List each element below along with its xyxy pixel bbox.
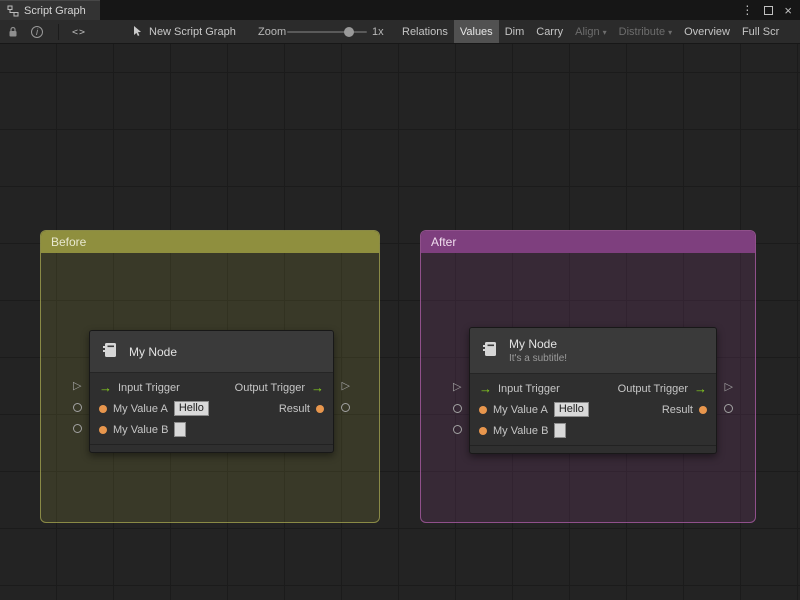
graph-canvas[interactable]: Before ▷ ▷ My Node → Input Trigger Outpu… xyxy=(0,44,800,600)
graph-pointer-icon xyxy=(132,25,143,40)
tab-title: Script Graph xyxy=(24,4,86,17)
value-b-port[interactable] xyxy=(73,424,82,433)
flow-output-port[interactable]: ▷ xyxy=(725,381,733,393)
zoom-label: Zoom xyxy=(258,26,287,38)
value-a-port[interactable] xyxy=(453,404,462,413)
node-header[interactable]: My Node xyxy=(90,331,333,373)
flow-in-icon[interactable]: → xyxy=(479,382,492,395)
node-header[interactable]: My Node It's a subtitle! xyxy=(470,328,716,374)
value-dot-icon[interactable] xyxy=(99,404,107,413)
value-dot-icon[interactable] xyxy=(699,405,707,414)
zoom-slider[interactable] xyxy=(287,27,367,37)
value-dot-icon[interactable] xyxy=(479,405,487,414)
port-label: Result xyxy=(278,402,310,415)
lock-icon[interactable] xyxy=(7,20,19,43)
port-label: Output Trigger xyxy=(234,381,305,394)
flow-out-icon[interactable]: → xyxy=(694,382,707,395)
distribute-dropdown[interactable]: Distribute ▾ xyxy=(613,20,678,43)
value-dot-icon[interactable] xyxy=(99,425,107,434)
flow-input-port[interactable]: ▷ xyxy=(453,381,461,393)
zoom-value: 1x xyxy=(372,26,384,38)
carry-button[interactable]: Carry xyxy=(530,20,569,43)
toolbar: i <> New Script Graph Zoom 1x Relations … xyxy=(0,20,800,44)
chevron-down-icon: ▾ xyxy=(602,28,607,37)
flow-in-icon[interactable]: → xyxy=(99,381,112,394)
unit-icon xyxy=(100,340,120,363)
flow-out-icon[interactable]: → xyxy=(311,381,324,394)
group-before-title: Before xyxy=(51,235,87,249)
script-graph-icon xyxy=(7,5,19,17)
row-value-a: My Value A Hello Result xyxy=(90,398,333,419)
node-my-node-before[interactable]: My Node → Input Trigger Output Trigger → xyxy=(89,330,334,453)
port-label: Output Trigger xyxy=(617,382,688,395)
chevron-down-icon: ▾ xyxy=(668,28,673,37)
value-a-input[interactable]: Hello xyxy=(553,402,589,417)
value-b-input[interactable] xyxy=(554,423,567,438)
unit-icon xyxy=(480,339,500,362)
node-title: My Node xyxy=(129,344,178,359)
result-port[interactable] xyxy=(724,404,733,413)
group-after: After ▷ ▷ My Node It's a subtitle! → Inp… xyxy=(420,230,756,523)
fullscreen-button[interactable]: Full Scr xyxy=(736,20,785,43)
value-a-input[interactable]: Hello xyxy=(173,401,209,416)
relations-button[interactable]: Relations xyxy=(396,20,454,43)
node-my-node-after[interactable]: My Node It's a subtitle! → Input Trigger… xyxy=(469,327,717,454)
toolbar-buttons: Relations Values Dim Carry Align ▾ Distri… xyxy=(396,20,785,43)
result-port[interactable] xyxy=(341,403,350,412)
port-label: Input Trigger xyxy=(118,381,180,394)
flow-input-port[interactable]: ▷ xyxy=(73,380,81,392)
code-view-icon[interactable]: <> xyxy=(72,20,86,43)
toolbar-separator xyxy=(58,24,59,40)
row-trigger: → Input Trigger Output Trigger → xyxy=(90,377,333,398)
value-b-input[interactable] xyxy=(174,422,187,437)
row-value-b: My Value B xyxy=(90,419,333,440)
info-icon[interactable]: i xyxy=(31,20,43,43)
graph-name-label: New Script Graph xyxy=(149,26,236,38)
row-trigger: → Input Trigger Output Trigger → xyxy=(470,378,716,399)
graph-breadcrumb[interactable]: New Script Graph xyxy=(132,20,236,43)
overview-button[interactable]: Overview xyxy=(678,20,736,43)
values-button[interactable]: Values xyxy=(453,20,499,43)
group-after-title: After xyxy=(431,235,457,249)
node-footer xyxy=(470,445,716,453)
dim-button[interactable]: Dim xyxy=(499,20,531,43)
titlebar: Script Graph ⋮ × xyxy=(0,0,800,20)
port-label: My Value A xyxy=(493,403,548,416)
port-label: My Value B xyxy=(113,423,169,436)
flow-output-port[interactable]: ▷ xyxy=(342,380,350,392)
node-footer xyxy=(90,444,333,452)
value-dot-icon[interactable] xyxy=(316,404,324,413)
node-rows: → Input Trigger Output Trigger → My Valu… xyxy=(470,374,716,445)
close-icon[interactable]: × xyxy=(784,4,792,17)
window-controls: ⋮ × xyxy=(741,0,800,20)
tab-script-graph[interactable]: Script Graph xyxy=(0,0,100,20)
node-subtitle: It's a subtitle! xyxy=(509,353,568,364)
maximize-icon[interactable] xyxy=(764,5,774,15)
port-label: My Value B xyxy=(493,424,549,437)
value-b-port[interactable] xyxy=(453,425,462,434)
group-before-header[interactable]: Before xyxy=(41,231,379,253)
row-value-b: My Value B xyxy=(470,420,716,441)
port-label: My Value A xyxy=(113,402,168,415)
group-before: Before ▷ ▷ My Node → Input Trigger Outpu… xyxy=(40,230,380,523)
kebab-menu-icon[interactable]: ⋮ xyxy=(741,4,753,16)
row-value-a: My Value A Hello Result xyxy=(470,399,716,420)
node-rows: → Input Trigger Output Trigger → My Valu… xyxy=(90,373,333,444)
node-title: My Node xyxy=(509,337,558,351)
zoom-slider-knob[interactable] xyxy=(344,27,354,37)
port-label: Input Trigger xyxy=(498,382,560,395)
value-a-port[interactable] xyxy=(73,403,82,412)
value-dot-icon[interactable] xyxy=(479,426,487,435)
port-label: Result xyxy=(661,403,693,416)
group-after-header[interactable]: After xyxy=(421,231,755,253)
align-dropdown[interactable]: Align ▾ xyxy=(569,20,612,43)
